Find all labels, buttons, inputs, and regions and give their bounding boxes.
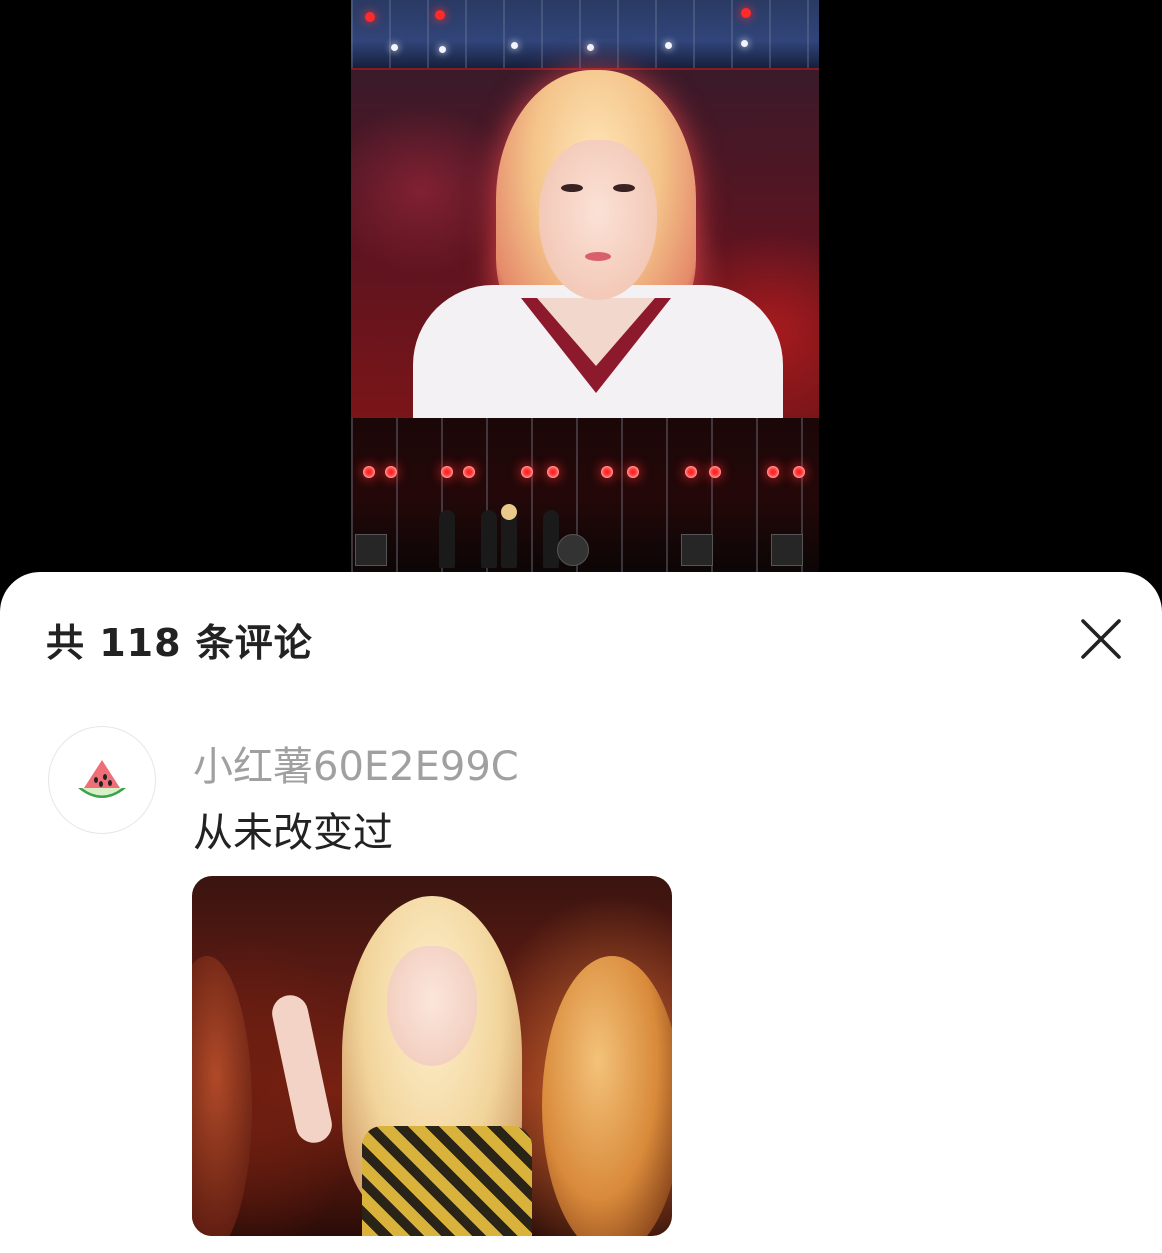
led-screen xyxy=(351,70,819,418)
stage xyxy=(351,418,819,572)
avatar[interactable] xyxy=(48,726,156,834)
close-icon xyxy=(1081,619,1121,659)
watermelon-icon xyxy=(78,760,126,798)
comments-sheet: 共 118 条评论 小红薯60E2E99C 从未改变过 xyxy=(0,572,1162,1253)
comment-image[interactable] xyxy=(192,876,672,1236)
comment-username[interactable]: 小红薯60E2E99C xyxy=(193,734,519,792)
post-media-area xyxy=(0,0,1162,600)
post-photo[interactable] xyxy=(351,0,819,572)
comment-text: 从未改变过 xyxy=(193,810,393,856)
stage-truss xyxy=(351,0,819,71)
comment-item: 小红薯60E2E99C 从未改变过 xyxy=(0,722,1162,1253)
comments-count-title: 共 118 条评论 xyxy=(46,621,313,665)
close-button[interactable] xyxy=(1074,612,1128,666)
